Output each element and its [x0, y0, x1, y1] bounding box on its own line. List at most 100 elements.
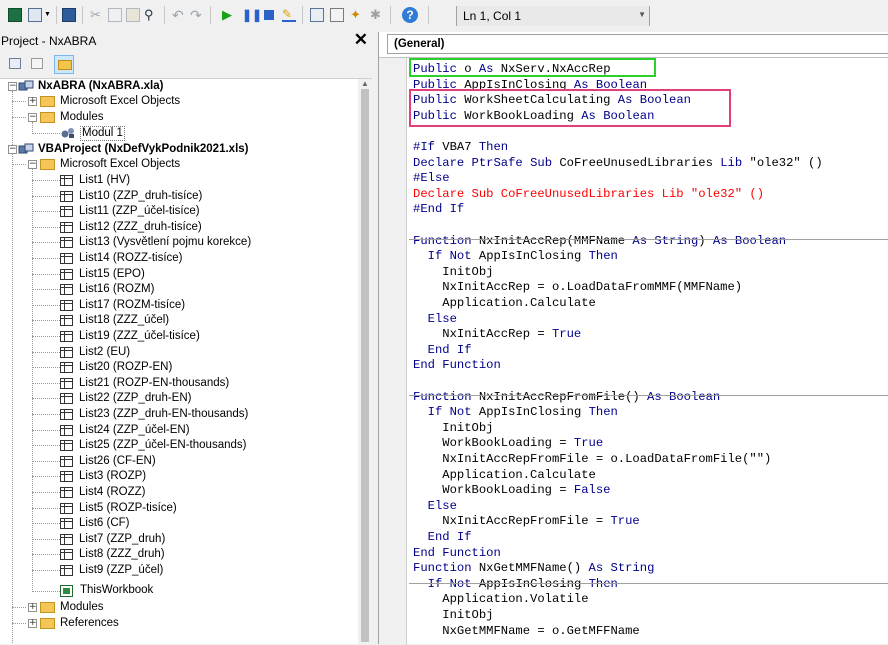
- tree-node-sheet[interactable]: List7 (ZZP_druh): [79, 532, 165, 547]
- collapse-icon[interactable]: −: [8, 145, 17, 154]
- tree-node-nxabra-modules[interactable]: Modules: [60, 110, 103, 125]
- code-line[interactable]: InitObj: [413, 421, 493, 437]
- code-line[interactable]: WorkBookLoading = False: [413, 483, 610, 499]
- expand-icon[interactable]: +: [28, 619, 37, 628]
- code-line[interactable]: End If: [413, 343, 472, 359]
- code-line[interactable]: End If: [413, 530, 472, 546]
- tree-node-sheet[interactable]: List10 (ZZP_druh-tisíce): [79, 189, 202, 204]
- collapse-icon[interactable]: −: [28, 113, 37, 122]
- tree-node-sheet[interactable]: List24 (ZZP_účel-EN): [79, 423, 190, 438]
- properties-window-icon[interactable]: [330, 8, 344, 22]
- tree-node-sheet[interactable]: List13 (Vysvětlení pojmu korekce): [79, 235, 251, 250]
- tree-node-sheet[interactable]: List6 (CF): [79, 516, 129, 531]
- view-object-button[interactable]: [28, 55, 48, 74]
- tree-node-sheet[interactable]: List8 (ZZZ_druh): [79, 547, 165, 562]
- tree-node-sheet[interactable]: List23 (ZZP_druh-EN-thousands): [79, 407, 248, 422]
- project-tree-scrollbar[interactable]: ▲: [358, 79, 372, 644]
- tree-node-sheet[interactable]: List17 (ROZM-tisíce): [79, 298, 185, 313]
- tree-node-sheet[interactable]: List25 (ZZP_účel-EN-thousands): [79, 438, 246, 453]
- tree-node-vba-modules[interactable]: Modules: [60, 600, 103, 615]
- code-line[interactable]: Application.Calculate: [413, 296, 596, 312]
- copy-icon[interactable]: [108, 8, 122, 22]
- code-line[interactable]: Declare PtrSafe Sub CoFreeUnusedLibrarie…: [413, 156, 823, 172]
- code-line[interactable]: End Function: [413, 546, 501, 562]
- tree-node-vba-references[interactable]: References: [60, 616, 119, 631]
- tree-node-sheet[interactable]: List18 (ZZZ_účel): [79, 313, 169, 328]
- paste-icon[interactable]: [126, 8, 140, 22]
- toolbox-icon[interactable]: ✱: [370, 8, 384, 22]
- close-icon[interactable]: ✕: [353, 30, 368, 49]
- tree-node-thisworkbook[interactable]: ThisWorkbook: [80, 583, 153, 598]
- break-icon[interactable]: ❚❚: [242, 8, 262, 22]
- tree-node-sheet[interactable]: List2 (EU): [79, 345, 130, 360]
- code-line[interactable]: #If VBA7 Then: [413, 140, 508, 156]
- code-line[interactable]: NxInitAccRepFromFile = True: [413, 514, 640, 530]
- code-line[interactable]: If Not AppIsInClosing Then: [413, 577, 618, 593]
- code-line[interactable]: Application.Calculate: [413, 468, 596, 484]
- code-line[interactable]: NxInitAccRep = True: [413, 327, 581, 343]
- scroll-up-icon[interactable]: ▲: [361, 79, 369, 88]
- tree-node-sheet[interactable]: List22 (ZZP_druh-EN): [79, 391, 191, 406]
- save-icon[interactable]: [62, 8, 76, 22]
- redo-icon[interactable]: ↷: [190, 8, 204, 22]
- tree-node-sheet[interactable]: List19 (ZZZ_účel-tisíce): [79, 329, 200, 344]
- view-code-button[interactable]: [6, 55, 26, 74]
- tree-node-sheet[interactable]: List20 (ROZP-EN): [79, 360, 172, 375]
- chevron-down-icon[interactable]: ▼: [638, 5, 646, 25]
- reset-icon[interactable]: [262, 8, 276, 22]
- cut-icon[interactable]: ✂: [90, 8, 104, 22]
- tree-node-sheet[interactable]: List15 (EPO): [79, 267, 145, 282]
- tree-node-sheet[interactable]: List4 (ROZZ): [79, 485, 145, 500]
- tree-node-nxabra-excel-objects[interactable]: Microsoft Excel Objects: [60, 94, 180, 109]
- code-line[interactable]: Application.Volatile: [413, 592, 588, 608]
- tree-node-sheet[interactable]: List5 (ROZP-tisíce): [79, 501, 177, 516]
- tree-node-sheet[interactable]: List16 (ROZM): [79, 282, 154, 297]
- tree-node-modul1[interactable]: Modul 1: [80, 126, 125, 141]
- undo-icon[interactable]: ↶: [172, 8, 186, 22]
- code-line[interactable]: InitObj: [413, 608, 493, 624]
- tree-node-sheet[interactable]: List14 (ROZZ-tisíce): [79, 251, 183, 266]
- expand-icon[interactable]: +: [28, 97, 37, 106]
- object-browser-icon[interactable]: ✦: [350, 8, 364, 22]
- tree-node-vbaproject[interactable]: VBAProject (NxDefVykPodnik2021.xls): [38, 142, 249, 157]
- tree-node-sheet[interactable]: List3 (ROZP): [79, 469, 146, 484]
- code-line[interactable]: NxInitAccRepFromFile = o.LoadDataFromFil…: [413, 452, 771, 468]
- code-line[interactable]: Else: [413, 499, 457, 515]
- tree-node-sheet[interactable]: List21 (ROZP-EN-thousands): [79, 376, 229, 391]
- code-line[interactable]: NxGetMMFName = o.GetMFFName: [413, 624, 639, 640]
- tree-node-vba-excel-objects[interactable]: Microsoft Excel Objects: [60, 157, 180, 172]
- tree-node-sheet[interactable]: List1 (HV): [79, 173, 130, 188]
- code-line[interactable]: InitObj: [413, 265, 493, 281]
- scrollbar-thumb[interactable]: [361, 89, 369, 642]
- code-editor[interactable]: Public o As NxServ.NxAccRep Public AppIsI…: [379, 57, 888, 645]
- code-line[interactable]: Function NxGetMMFName() As String: [413, 561, 654, 577]
- code-line[interactable]: Function NxInitAccRepFromFile() As Boole…: [413, 390, 720, 406]
- code-line[interactable]: If Not AppIsInClosing Then: [413, 405, 618, 421]
- code-line[interactable]: Declare Sub CoFreeUnusedLibraries Lib "o…: [413, 187, 764, 203]
- collapse-icon[interactable]: −: [8, 82, 17, 91]
- tree-node-sheet[interactable]: List26 (CF-EN): [79, 454, 156, 469]
- chevron-down-icon[interactable]: ▼: [44, 11, 51, 18]
- code-line[interactable]: If Not AppIsInClosing Then: [413, 249, 618, 265]
- code-line[interactable]: #Else: [413, 171, 450, 187]
- code-line[interactable]: NxInitAccRep = o.LoadDataFromMMF(MMFName…: [413, 280, 742, 296]
- collapse-icon[interactable]: −: [28, 160, 37, 169]
- code-margin[interactable]: [379, 58, 407, 645]
- code-line[interactable]: #End If: [413, 202, 464, 218]
- object-dropdown[interactable]: (General): [387, 34, 888, 54]
- project-explorer-icon[interactable]: [310, 8, 324, 22]
- help-icon[interactable]: ?: [402, 7, 418, 23]
- design-mode-icon[interactable]: ✎: [282, 8, 296, 22]
- code-line[interactable]: WorkBookLoading = True: [413, 436, 603, 452]
- code-line[interactable]: Else: [413, 312, 457, 328]
- code-line[interactable]: Function NxInitAccRep(MMFName As String)…: [413, 234, 786, 250]
- insert-userform-icon[interactable]: [28, 8, 42, 22]
- tree-node-sheet[interactable]: List11 (ZZP_účel-tisíce): [79, 204, 200, 219]
- find-icon[interactable]: ⚲: [144, 8, 158, 22]
- toggle-folders-button[interactable]: [54, 55, 74, 74]
- tree-node-nxabra[interactable]: NxABRA (NxABRA.xla): [38, 79, 163, 94]
- code-line[interactable]: End Function: [413, 358, 501, 374]
- tree-node-sheet[interactable]: List12 (ZZZ_druh-tisíce): [79, 220, 202, 235]
- expand-icon[interactable]: +: [28, 603, 37, 612]
- tree-node-sheet[interactable]: List9 (ZZP_účel): [79, 563, 163, 578]
